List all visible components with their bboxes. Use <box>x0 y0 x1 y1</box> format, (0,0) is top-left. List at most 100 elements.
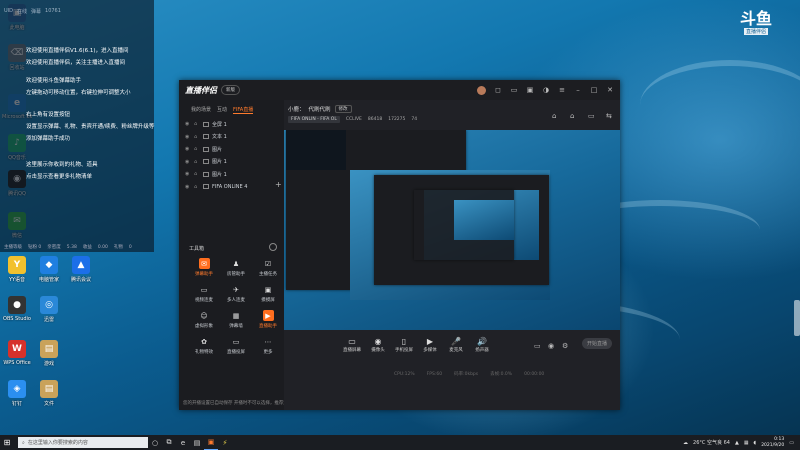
chat-line: 点击显示查看更多礼物清单 <box>26 174 93 180</box>
network-icon[interactable]: ▦ <box>744 440 749 446</box>
scene-source-item[interactable]: ◉ ⌂ 图片 1 <box>179 156 284 169</box>
eye-icon[interactable]: ◉ <box>185 146 191 152</box>
stream-panel: 小鹿： 代刷代刷 修改 FIFA ONLIN - FIFA OL CCLIVE … <box>284 100 620 410</box>
start-live-button[interactable]: 开始直播 <box>582 338 612 349</box>
bolt-icon[interactable]: ⚡ <box>218 435 232 450</box>
desktop-icon[interactable]: ◎ 迅雷 <box>34 296 64 323</box>
lock-icon[interactable]: ⌂ <box>194 159 200 165</box>
taskbar-search[interactable]: ⌕ 在这里输入你要搜索的内容 <box>18 437 148 448</box>
toolbox-item[interactable]: ⋯ 更多 <box>255 336 281 356</box>
settings-icon[interactable]: ⚙ <box>562 342 568 350</box>
tool-label: 弹幕助手 <box>195 272 213 277</box>
lock-icon[interactable]: ⌂ <box>194 134 200 140</box>
tool-icon: ♟ <box>232 259 240 268</box>
tool-label: 主播任务 <box>259 272 277 277</box>
modify-title-button[interactable]: 修改 <box>334 105 352 113</box>
stream-preview[interactable] <box>284 130 620 330</box>
lock-icon[interactable]: ⌂ <box>194 146 200 152</box>
minimize-icon[interactable]: – <box>574 86 582 94</box>
tab-fifa-live[interactable]: FIFA直播 <box>233 106 254 114</box>
scene-source-item[interactable]: ◉ ⌂ 文本 1 <box>179 131 284 144</box>
toolbox-item[interactable]: ✈ 多人连麦 <box>223 284 249 304</box>
maximize-icon[interactable]: □ <box>590 86 598 94</box>
window-titlebar[interactable]: 直播伴侣 新版 ◻ ▭ ▣ ◑ ≡ – □ ✕ <box>179 80 620 100</box>
avatar[interactable] <box>477 85 486 95</box>
desktop-icon-label: 电脑管家 <box>38 277 59 283</box>
volume-icon[interactable]: ◖ <box>754 440 757 446</box>
lock-icon[interactable]: ⌂ <box>570 112 574 120</box>
live-control-button[interactable]: 🔊 扬声器 <box>469 337 495 353</box>
danmu-chat-overlay[interactable]: UID 在线 弹幕 10761 欢迎使用直播伴侣V1.6(6.1)，进入直播间 … <box>0 0 154 252</box>
live-companion-window[interactable]: 直播伴侣 新版 ◻ ▭ ▣ ◑ ≡ – □ ✕ 我的场景 互动 FIFA直播 ◉… <box>179 80 620 410</box>
task-view-icon[interactable]: ○ <box>148 435 162 450</box>
live-control-button[interactable]: ▯ 手机投屏 <box>391 337 417 353</box>
desktop-icon[interactable]: ◈ 钉钉 <box>2 380 32 407</box>
scene-source-item[interactable]: ◉ ⌂ 图片 <box>179 143 284 156</box>
lock-icon[interactable]: ⌂ <box>194 184 200 190</box>
toolbox-item[interactable]: ☺ 虚拟形象 <box>191 310 217 330</box>
bell-icon[interactable]: ◻ <box>494 86 502 94</box>
tab-my-scenes[interactable]: 我的场景 <box>191 106 211 114</box>
eye-icon[interactable]: ◉ <box>185 159 191 165</box>
live-control-button[interactable]: 🎤 麦克风 <box>443 337 469 353</box>
nested-preview-level-3 <box>454 200 514 240</box>
close-icon[interactable]: ✕ <box>606 86 614 94</box>
toolbox-item[interactable]: ▣ 摸摸屏 <box>255 284 281 304</box>
screen-icon[interactable]: ▭ <box>588 112 595 120</box>
toolbox-item[interactable]: ▭ 视频连麦 <box>191 284 217 304</box>
chat-bottom-item: 5.38 <box>66 244 77 250</box>
eye-icon[interactable]: ◉ <box>548 342 554 350</box>
tray-icon[interactable]: ▲ <box>735 440 739 446</box>
app-icon: ◆ <box>40 256 58 274</box>
side-handle[interactable] <box>794 300 800 336</box>
weather-icon[interactable]: ☁ <box>683 440 688 446</box>
desktop-icon[interactable]: ▤ 文件 <box>34 380 64 407</box>
folder-icon[interactable]: ▤ <box>190 435 204 450</box>
live-control-button[interactable]: ▶ 多媒体 <box>417 337 443 353</box>
eye-icon[interactable]: ◉ <box>185 184 191 190</box>
menu-icon[interactable]: ≡ <box>558 86 566 94</box>
toolbox-item[interactable]: ✉ 弹幕助手 <box>191 258 217 277</box>
lock-icon[interactable]: ⌂ <box>194 171 200 177</box>
scene-source-item[interactable]: ◉ ⌂ 全屏 1 <box>179 118 284 131</box>
desktop-icon[interactable]: ▤ 游戏 <box>34 340 64 367</box>
live-companion-taskbar-icon[interactable]: ▣ <box>204 435 218 450</box>
desktop-icon[interactable]: ▲ 腾讯会议 <box>66 256 96 283</box>
scene-source-item[interactable]: ◉ ⌂ 图片 1 <box>179 168 284 181</box>
live-control-button[interactable]: ▭ 直播屏幕 <box>339 337 365 353</box>
add-source-icon[interactable]: + <box>275 180 282 189</box>
toolbox-item[interactable]: ✿ 礼物特效 <box>191 336 217 356</box>
toolbox-item[interactable]: ☑ 主播任务 <box>255 258 281 278</box>
toolbox-more-icon[interactable] <box>269 243 277 251</box>
toolbox-item[interactable]: ▦ 弹幕墙 <box>223 310 249 330</box>
lock-icon[interactable]: ⌂ <box>552 112 556 120</box>
eye-icon[interactable]: ◉ <box>185 121 191 127</box>
start-button[interactable]: ⊞ <box>0 435 14 450</box>
gift-icon[interactable]: ▣ <box>526 86 534 94</box>
notification-icon[interactable]: ▭ <box>789 440 794 446</box>
version-button[interactable]: 新版 <box>221 85 240 95</box>
lock-icon[interactable]: ⌂ <box>194 121 200 127</box>
scene-source-item[interactable]: ◉ ⌂ FIFA ONLINE 4 <box>179 181 284 194</box>
toolbox-title: 工具箱 <box>189 246 205 252</box>
message-icon[interactable]: ▭ <box>510 86 518 94</box>
live-control-button[interactable]: ◉ 摄像头 <box>365 337 391 353</box>
tab-interaction[interactable]: 互动 <box>217 106 227 114</box>
desktop-icon[interactable]: W WPS Office <box>2 340 32 366</box>
share-icon[interactable]: ⇆ <box>606 112 612 120</box>
eye-icon[interactable]: ◉ <box>185 171 191 177</box>
weather-text[interactable]: 26°C 空气良 64 <box>693 439 730 446</box>
toolbox-item[interactable]: ▭ 直播投屏 <box>223 336 249 356</box>
edge-icon[interactable]: e <box>176 435 190 450</box>
toolbox-item[interactable]: ▶ 直播助手 <box>255 310 281 329</box>
clock[interactable]: 0:13 2021/9/20 <box>761 437 784 449</box>
skin-icon[interactable]: ◑ <box>542 86 550 94</box>
game-category-tag[interactable]: FIFA ONLIN - FIFA OL <box>288 116 340 123</box>
record-icon[interactable]: ▭ <box>534 342 541 350</box>
task-multi-icon[interactable]: ⧉ <box>162 435 176 450</box>
desktop-icon[interactable]: ● OBS Studio <box>2 296 32 322</box>
desktop-icon[interactable]: ◆ 电脑管家 <box>34 256 64 283</box>
desktop-icon[interactable]: Y YY语音 <box>2 256 32 283</box>
eye-icon[interactable]: ◉ <box>185 134 191 140</box>
toolbox-item[interactable]: ♟ 房管助手 <box>223 258 249 278</box>
